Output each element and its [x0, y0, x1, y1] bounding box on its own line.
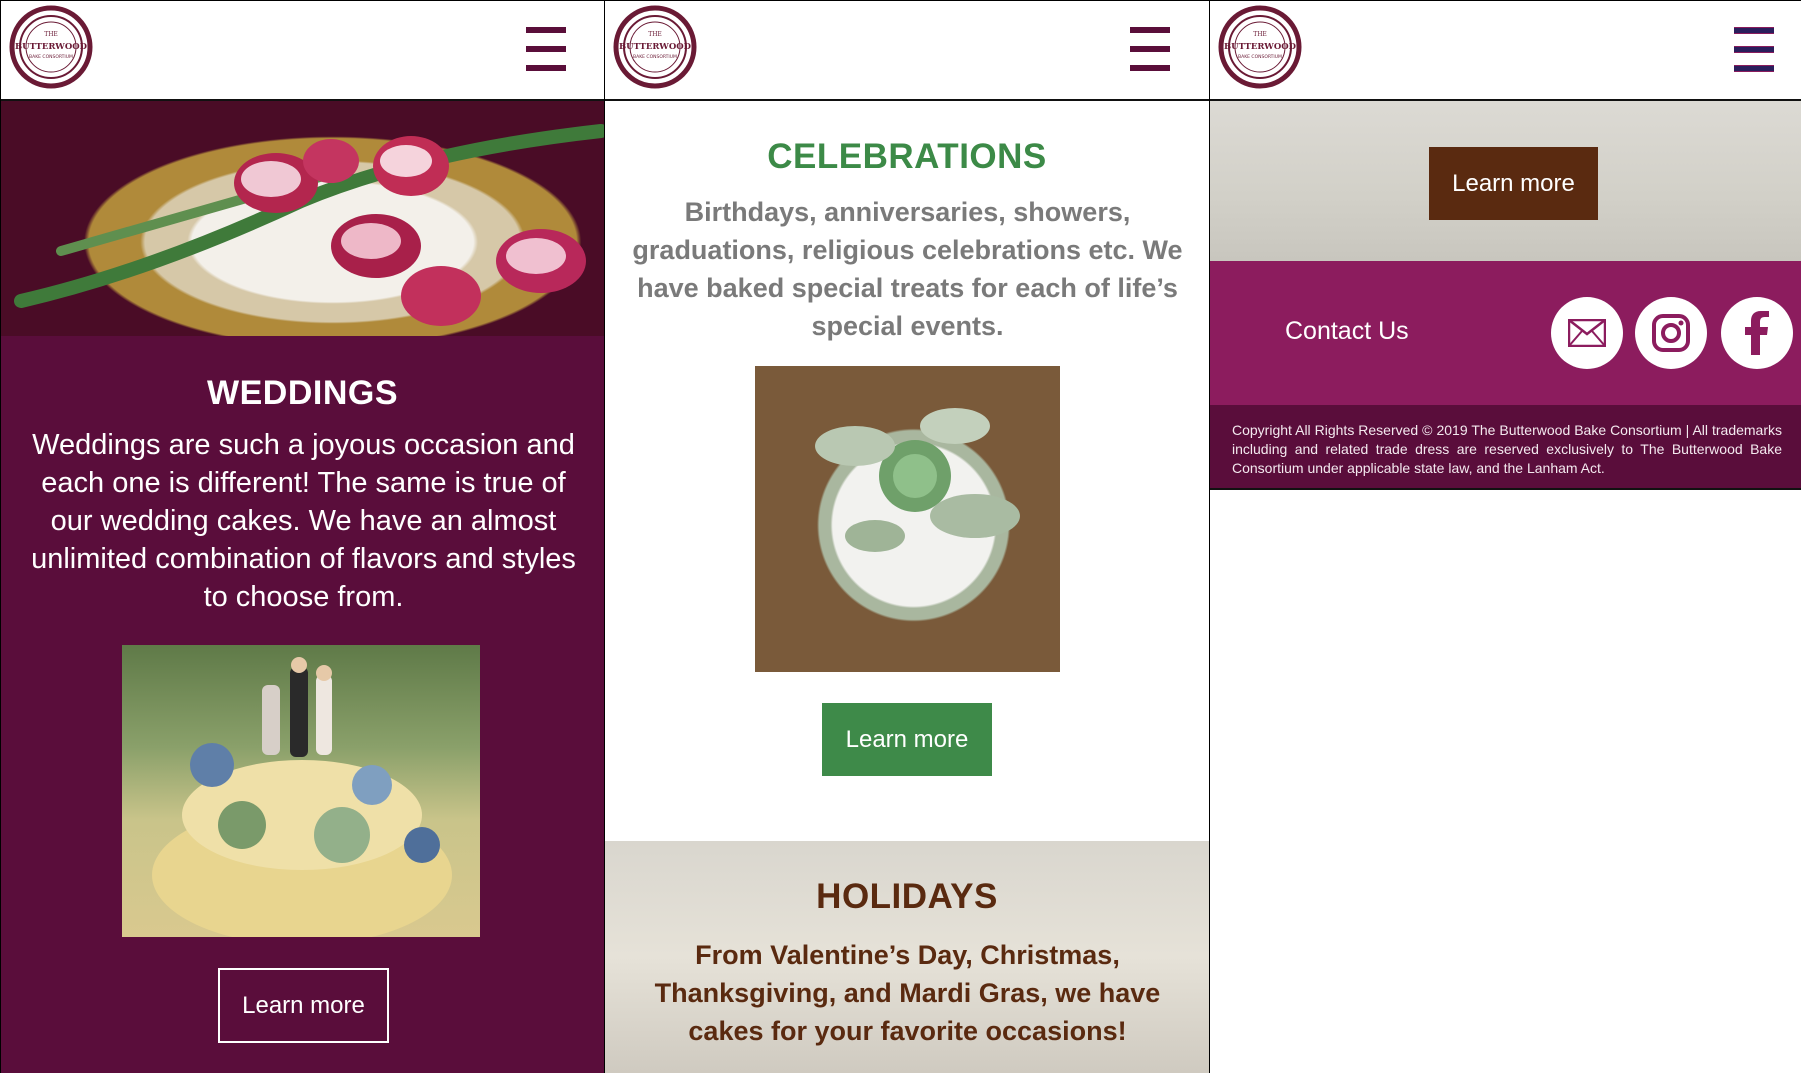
weddings-title: WEDDINGS: [207, 374, 398, 412]
butterwood-logo[interactable]: THE BUTTERWOOD BAKE CONSORTIUM: [9, 5, 93, 89]
succulent-cake-photo: [755, 366, 1060, 672]
holidays-learn-more-button[interactable]: Learn more: [1429, 147, 1598, 220]
contact-us-link[interactable]: Contact Us: [1285, 317, 1409, 346]
screen-celebrations: THE BUTTERWOOD BAKE CONSORTIUM CELEBRATI…: [605, 0, 1210, 1073]
butterwood-logo[interactable]: THE BUTTERWOOD BAKE CONSORTIUM: [613, 5, 697, 89]
hamburger-menu-icon[interactable]: [1130, 27, 1170, 71]
tulip-cake-photo: [1, 101, 604, 336]
hamburger-menu-icon[interactable]: [1734, 27, 1774, 72]
mobile-screens: THE BUTTERWOOD BAKE CONSORTIUM WEDDINGS …: [0, 0, 1801, 1073]
facebook-icon[interactable]: [1721, 297, 1793, 369]
svg-text:BUTTERWOOD: BUTTERWOOD: [15, 42, 88, 52]
holidays-title: HOLIDAYS: [816, 877, 998, 916]
holidays-background-photo: Learn more: [1210, 101, 1801, 261]
weddings-section: WEDDINGS Weddings are such a joyous occa…: [1, 336, 604, 1073]
screen-weddings: THE BUTTERWOOD BAKE CONSORTIUM WEDDINGS …: [0, 0, 605, 1073]
holidays-section: HOLIDAYS From Valentine’s Day, Christmas…: [605, 841, 1209, 1073]
holidays-description: From Valentine’s Day, Christmas, Thanksg…: [654, 940, 1161, 1046]
svg-text:BAKE CONSORTIUM: BAKE CONSORTIUM: [633, 54, 677, 60]
site-header: THE BUTTERWOOD BAKE CONSORTIUM: [1, 0, 604, 101]
celebrations-title: CELEBRATIONS: [767, 137, 1047, 176]
site-header: THE BUTTERWOOD BAKE CONSORTIUM: [1210, 0, 1801, 101]
contact-bar: Contact Us: [1210, 261, 1801, 405]
weddings-learn-more-button[interactable]: Learn more: [218, 968, 389, 1043]
copyright-bar: Copyright All Rights Reserved © 2019 The…: [1210, 405, 1801, 490]
site-header: THE BUTTERWOOD BAKE CONSORTIUM: [605, 0, 1209, 101]
svg-text:BAKE CONSORTIUM: BAKE CONSORTIUM: [1238, 54, 1282, 60]
butterwood-logo[interactable]: THE BUTTERWOOD BAKE CONSORTIUM: [1218, 5, 1302, 89]
hamburger-menu-icon[interactable]: [526, 27, 566, 71]
screen-footer: THE BUTTERWOOD BAKE CONSORTIUM Learn mor…: [1210, 0, 1801, 1073]
copyright-text: Copyright All Rights Reserved © 2019 The…: [1232, 422, 1782, 476]
svg-text:THE: THE: [1253, 31, 1267, 38]
svg-text:BUTTERWOOD: BUTTERWOOD: [1224, 42, 1297, 52]
celebrations-description: Birthdays, anniversaries, showers, gradu…: [632, 197, 1183, 341]
svg-text:THE: THE: [44, 31, 58, 38]
mail-icon[interactable]: [1551, 297, 1623, 369]
svg-text:BUTTERWOOD: BUTTERWOOD: [619, 42, 692, 52]
wedding-cake-photo: [122, 645, 480, 945]
instagram-icon[interactable]: [1635, 297, 1707, 369]
svg-text:BAKE CONSORTIUM: BAKE CONSORTIUM: [29, 54, 73, 60]
weddings-description: Weddings are such a joyous occasion and …: [31, 429, 576, 613]
svg-text:THE: THE: [648, 31, 662, 38]
celebrations-learn-more-button[interactable]: Learn more: [822, 703, 992, 776]
